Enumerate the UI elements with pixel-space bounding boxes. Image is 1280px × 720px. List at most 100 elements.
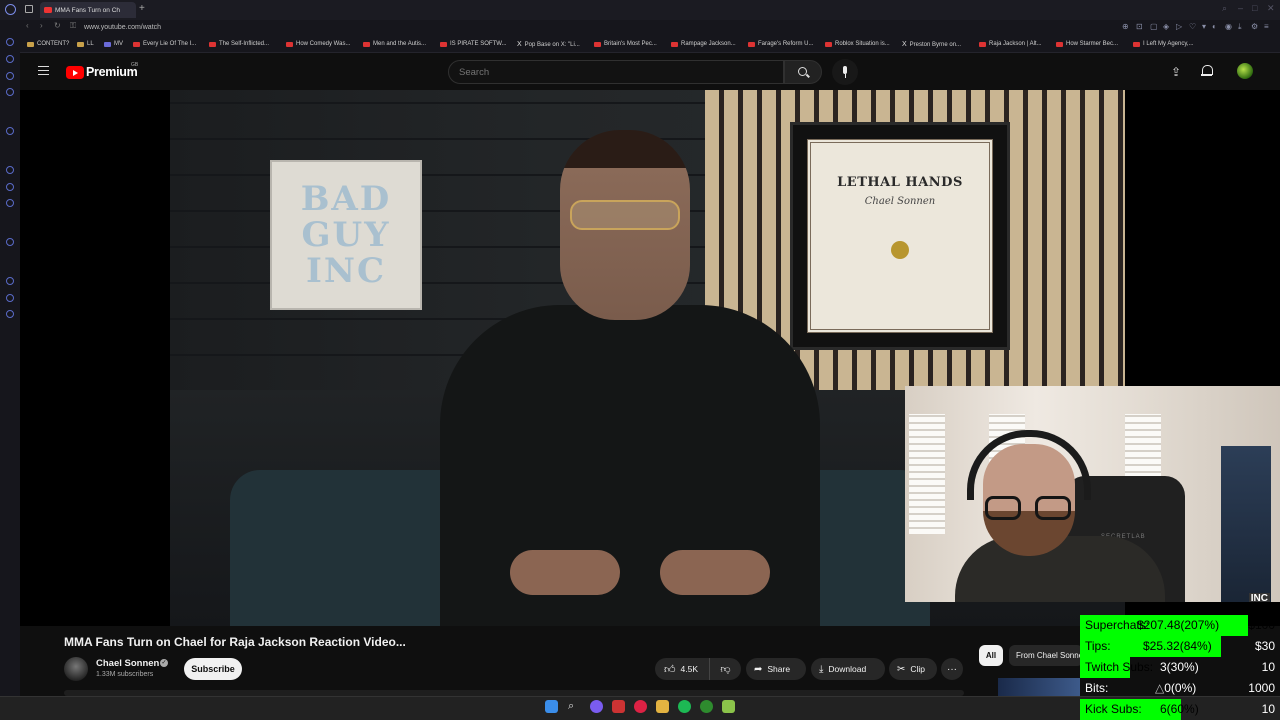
youtube-favicon-icon	[825, 41, 832, 47]
subscribe-button[interactable]: Subscribe	[184, 658, 242, 680]
youtube-brand[interactable]: Premium	[86, 65, 138, 79]
start-menu-icon[interactable]	[545, 700, 558, 713]
new-tab-button[interactable]: +	[139, 3, 145, 14]
recommended-video-thumbnail[interactable]	[998, 678, 1080, 698]
address-bar	[0, 20, 1280, 37]
more-actions-button[interactable]: ···	[941, 658, 963, 680]
chat-icon[interactable]: ◉	[1225, 22, 1232, 31]
download-button[interactable]: ⤓ Download	[811, 658, 885, 680]
bookmark-item[interactable]: Rampage Jackson...	[671, 41, 736, 47]
pin-icon[interactable]: ⊡	[1136, 22, 1143, 31]
bookmark-item[interactable]: CONTENT?	[27, 41, 69, 47]
app-icon[interactable]	[722, 700, 735, 713]
bookmark-item[interactable]: IS PIRATE SOFTW...	[440, 41, 507, 47]
youtube-favicon-icon	[440, 41, 447, 47]
youtube-favicon-icon	[671, 41, 678, 47]
settings-icon[interactable]: ⚙	[1251, 22, 1258, 31]
bookmark-item[interactable]: Raja Jackson | Alt...	[979, 41, 1042, 47]
stat-superchats: Superchats: $207.48(207%) $100	[1080, 615, 1280, 636]
sidebar-bookmarks-icon[interactable]	[6, 55, 14, 63]
app-icon[interactable]	[590, 700, 603, 713]
seal-icon	[891, 241, 909, 259]
bookmark-item[interactable]: Roblox Situation is...	[825, 41, 890, 47]
chip-all[interactable]: All	[979, 645, 1003, 666]
account-avatar[interactable]	[1237, 63, 1253, 79]
youtube-favicon-icon	[209, 41, 216, 47]
reload-icon[interactable]: ↻	[54, 21, 61, 30]
stat-bits: Bits: △0(0%) 1000	[1085, 681, 1275, 695]
bookmark-item[interactable]: X Pop Base on X: "Li...	[517, 41, 580, 48]
heart-icon[interactable]: ♡	[1189, 22, 1196, 31]
hamburger-menu-icon[interactable]	[38, 66, 49, 75]
minimize-icon[interactable]: –	[1238, 3, 1243, 13]
bookmark-item[interactable]: Britain's Most Pec...	[594, 41, 657, 47]
url-field[interactable]: www.youtube.com/watch	[84, 24, 161, 31]
search-input[interactable]	[448, 60, 784, 84]
play-icon[interactable]: ▷	[1176, 22, 1182, 31]
upload-icon[interactable]: ⇪	[1171, 65, 1181, 79]
like-button[interactable]: 👍︎ 4.5K	[655, 658, 710, 680]
bookmark-item[interactable]: MV	[104, 41, 123, 47]
tab-active[interactable]: MMA Fans Turn on Ch	[40, 2, 136, 18]
sidebar-ai-icon[interactable]	[6, 127, 14, 135]
tab-manager-icon[interactable]	[25, 5, 33, 13]
dropdown-icon[interactable]: ▾	[1202, 22, 1206, 31]
channel-avatar[interactable]	[64, 657, 88, 681]
bookmark-item[interactable]: The Self-Inflicted...	[209, 41, 269, 47]
bookmark-item[interactable]: X Preston Byrne on...	[902, 41, 961, 48]
sidebar-settings-icon[interactable]	[6, 310, 14, 318]
voice-search-icon[interactable]	[832, 59, 858, 85]
sidebar-instagram-icon[interactable]	[6, 199, 14, 207]
sidebar-player-icon[interactable]	[6, 238, 14, 246]
certificate: LETHAL HANDS Chael Sonnen	[807, 139, 993, 333]
sidebar-discord-icon[interactable]	[6, 166, 14, 174]
wall-sign: BAD GUY INC	[270, 160, 422, 310]
stat-twitch-subs: Twitch Subs: 3(30%) 10	[1080, 657, 1280, 678]
youtube-favicon-icon	[286, 41, 293, 47]
forward-icon[interactable]: ›	[40, 21, 43, 30]
bookmark-item[interactable]: Men and the Autis...	[363, 41, 426, 47]
bookmark-item[interactable]: How Comedy Was...	[286, 41, 350, 47]
spotify-icon[interactable]	[678, 700, 691, 713]
browser-app-icon[interactable]	[634, 700, 647, 713]
notifications-bell-icon[interactable]	[1201, 65, 1213, 76]
search-button[interactable]	[784, 60, 822, 84]
sidebar-history-icon[interactable]	[6, 38, 14, 46]
thumbs-up-icon: 👍︎	[664, 663, 676, 676]
bookmark-item[interactable]: How Starmer Bec...	[1056, 41, 1118, 47]
sidebar-notes-icon[interactable]	[6, 88, 14, 96]
browser-app-icon[interactable]	[612, 700, 625, 713]
secure-icon[interactable]: ⚿	[70, 21, 76, 31]
bookmark-item[interactable]: I Left My Agency,...	[1133, 41, 1194, 47]
back-icon[interactable]: ‹	[26, 21, 29, 30]
xbox-icon[interactable]	[700, 700, 713, 713]
extensions-icon[interactable]: ◐	[1212, 22, 1217, 31]
snapshot-icon[interactable]: ▢	[1150, 22, 1158, 31]
sidebar-downloads-icon[interactable]	[6, 294, 14, 302]
clip-button[interactable]: ✂ Clip	[889, 658, 937, 680]
zoom-icon[interactable]: ⊕	[1122, 22, 1129, 31]
webcam-logo: INC	[1248, 593, 1270, 602]
file-explorer-icon[interactable]	[656, 700, 669, 713]
chip-from-channel[interactable]: From Chael Sonnen	[1009, 645, 1083, 666]
search-icon[interactable]: ⌕	[568, 700, 581, 713]
share-button[interactable]: ➦ Share	[746, 658, 806, 680]
sidebar-messenger-icon[interactable]	[6, 183, 14, 191]
search-tabs-icon[interactable]: ⌕	[1222, 3, 1227, 14]
sidebar-messenger-icon[interactable]	[6, 72, 14, 80]
menu-icon[interactable]: ≡	[1264, 22, 1269, 31]
bookmark-item[interactable]: Every Lie Of The I...	[133, 41, 196, 47]
sidebar-clock-icon[interactable]	[6, 277, 14, 285]
youtube-logo-icon[interactable]	[66, 66, 84, 79]
hanging-clothes	[1221, 446, 1271, 602]
download-manager-icon[interactable]: ⤓	[1238, 22, 1242, 32]
channel-name[interactable]: Chael Sonnen	[96, 658, 159, 669]
close-window-icon[interactable]: ✕	[1267, 3, 1275, 14]
scissors-icon: ✂	[897, 663, 906, 675]
bookmark-item[interactable]: Farage's Reform U...	[748, 41, 814, 47]
shield-icon[interactable]: ◈	[1163, 22, 1169, 31]
dislike-button[interactable]: 👎︎	[710, 663, 741, 675]
browser-logo-icon[interactable]	[5, 4, 16, 15]
bookmark-item[interactable]: LL	[77, 41, 94, 47]
maximize-icon[interactable]: □	[1252, 3, 1257, 13]
